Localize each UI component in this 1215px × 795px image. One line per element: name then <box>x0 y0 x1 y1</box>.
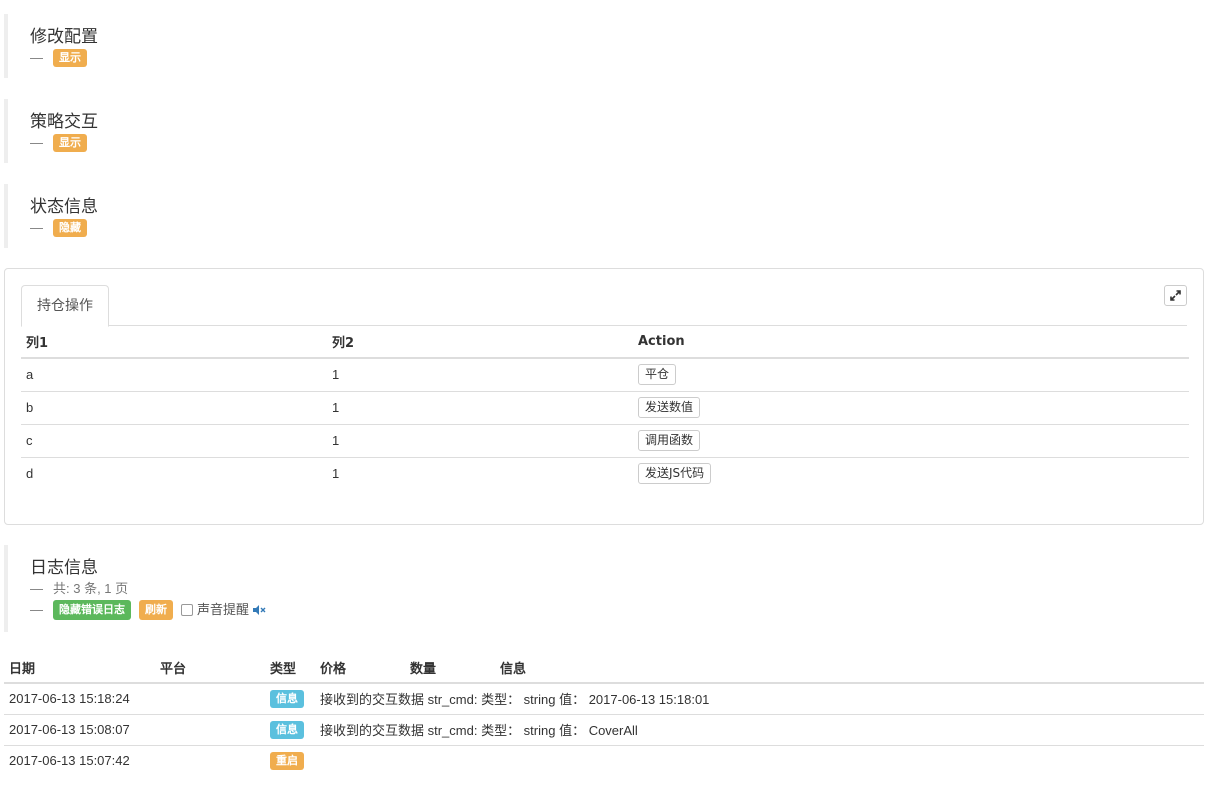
log-type-badge: 信息 <box>270 720 304 739</box>
cell-col2: 1 <box>327 391 633 425</box>
column-header: 数量 <box>405 652 495 684</box>
expand-icon <box>1170 290 1181 301</box>
log-info <box>315 745 1204 776</box>
logs-summary: 共: 3 条, 1 页 <box>53 581 129 596</box>
send-js-code-button[interactable]: 发送JS代码 <box>638 463 712 485</box>
cell-col1: d <box>26 466 34 482</box>
table-header-row: 列1 列2 Action <box>21 326 1189 359</box>
section-interaction-line: — 显示 <box>30 133 98 153</box>
dash: — <box>30 581 43 596</box>
call-function-button[interactable]: 调用函数 <box>638 430 701 451</box>
status-toggle-button[interactable]: 隐藏 <box>53 219 87 237</box>
cell-col1: a <box>21 358 327 392</box>
hide-error-logs-button[interactable]: 隐藏错误日志 <box>53 600 131 620</box>
cell-col2: 1 <box>332 466 340 482</box>
log-date: 2017-06-13 15:08:07 <box>4 714 155 746</box>
log-type-cell: 信息 <box>265 714 315 746</box>
logs-table: 日期 平台 类型 价格 数量 信息 2017-06-13 15:18:24 信息… <box>4 652 1204 776</box>
table-header-row: 日期 平台 类型 价格 数量 信息 <box>4 652 1204 684</box>
speaker-muted-icon[interactable] <box>253 605 266 615</box>
log-platform <box>155 683 265 715</box>
interaction-toggle-button[interactable]: 显示 <box>53 134 87 152</box>
cell-col2: 1 <box>327 358 633 392</box>
dash: — <box>30 50 43 65</box>
table-row: 2017-06-13 15:18:24 信息 接收到的交互数据 str_cmd:… <box>4 683 1204 715</box>
table-row: b 1 发送数值 <box>21 391 1189 425</box>
log-platform <box>155 745 265 776</box>
dash: — <box>30 220 43 235</box>
column-header: 信息 <box>495 652 1204 684</box>
log-info: 接收到的交互数据 str_cmd: 类型： string 值： 2017-06-… <box>315 683 1204 715</box>
column-header: 列1 <box>21 326 327 359</box>
column-header: 类型 <box>265 652 315 684</box>
table-row: 2017-06-13 15:07:42 重启 <box>4 745 1204 776</box>
section-status: 状态信息 — 隐藏 <box>4 184 98 248</box>
log-info: 接收到的交互数据 str_cmd: 类型： string 值： CoverAll <box>315 714 1204 746</box>
log-type-badge: 重启 <box>270 751 304 770</box>
table-row: d 1 发送JS代码 <box>21 457 1189 490</box>
log-date: 2017-06-13 15:18:24 <box>4 683 155 715</box>
cell-col1: c <box>21 424 327 458</box>
dash: — <box>30 135 43 150</box>
section-title-interaction: 策略交互 <box>30 112 98 132</box>
section-title-status: 状态信息 <box>30 197 98 217</box>
cell-action: 发送数值 <box>633 391 1189 425</box>
dash: — <box>30 602 43 617</box>
section-config-line: — 显示 <box>30 48 98 68</box>
table-row: a 1 平仓 <box>21 358 1189 392</box>
refresh-button[interactable]: 刷新 <box>139 600 173 620</box>
section-title-logs: 日志信息 <box>30 558 98 578</box>
send-value-button[interactable]: 发送数值 <box>638 397 701 418</box>
logs-summary-line: — 共: 3 条, 1 页 <box>30 579 266 599</box>
table-row: 2017-06-13 15:08:07 信息 接收到的交互数据 str_cmd:… <box>4 714 1204 746</box>
column-header: 日期 <box>4 652 155 684</box>
config-toggle-button[interactable]: 显示 <box>53 49 87 67</box>
section-title-config: 修改配置 <box>30 27 98 47</box>
logs-controls-line: — 隐藏错误日志 刷新 声音提醒 <box>30 600 266 620</box>
panel-tabs: 持仓操作 <box>21 285 1187 327</box>
sound-alert-label: 声音提醒 <box>197 602 250 617</box>
section-config: 修改配置 — 显示 <box>4 14 98 78</box>
log-type-badge: 信息 <box>270 689 304 708</box>
positions-table: 列1 列2 Action a 1 平仓 b 1 发送数值 c 1 调用函数 d … <box>21 326 1189 490</box>
column-header: Action <box>633 326 1189 359</box>
sound-alert-checkbox[interactable] <box>181 604 193 616</box>
cell-col2: 1 <box>327 424 633 458</box>
log-type-cell: 信息 <box>265 683 315 715</box>
positions-panel: 持仓操作 列1 列2 Action a 1 平仓 b 1 发送数值 c 1 调用… <box>4 268 1204 525</box>
cell-col1: b <box>21 391 327 425</box>
log-date: 2017-06-13 15:07:42 <box>9 753 130 769</box>
section-logs: 日志信息 — 共: 3 条, 1 页 — 隐藏错误日志 刷新 声音提醒 <box>4 545 266 632</box>
table-row: c 1 调用函数 <box>21 424 1189 458</box>
column-header: 价格 <box>315 652 405 684</box>
tab-positions[interactable]: 持仓操作 <box>21 285 109 327</box>
log-type-cell: 重启 <box>265 745 315 776</box>
close-position-button[interactable]: 平仓 <box>638 364 677 386</box>
expand-button[interactable] <box>1164 285 1187 306</box>
section-interaction: 策略交互 — 显示 <box>4 99 98 163</box>
log-platform <box>155 714 265 746</box>
cell-action: 调用函数 <box>633 424 1189 458</box>
cell-action: 平仓 <box>633 358 1189 392</box>
column-header: 列2 <box>327 326 633 359</box>
cell-action: 发送JS代码 <box>633 457 1189 490</box>
column-header: 平台 <box>155 652 265 684</box>
section-status-line: — 隐藏 <box>30 218 98 238</box>
